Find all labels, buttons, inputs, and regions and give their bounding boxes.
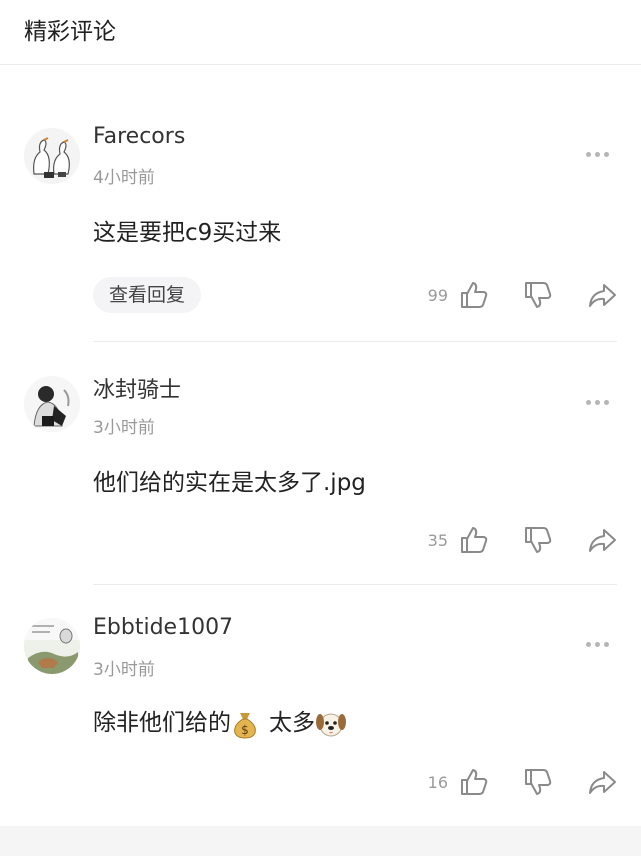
- comment-text-part: 除非他们给的: [93, 710, 231, 736]
- comment-time: 4小时前: [93, 168, 155, 188]
- comment-text-part: 太多: [269, 710, 315, 736]
- bottom-separator: [0, 826, 641, 856]
- thumbs-down-icon[interactable]: [522, 766, 554, 798]
- avatar[interactable]: [24, 128, 80, 184]
- thumbs-down-icon[interactable]: [522, 524, 554, 556]
- divider: [93, 341, 617, 342]
- page-header: 精彩评论: [0, 0, 641, 65]
- comment-text: 他们给的实在是太多了.jpg: [93, 470, 366, 496]
- svg-text:$: $: [241, 723, 249, 737]
- comment-time: 3小时前: [93, 660, 155, 680]
- avatar-meme-icon: [24, 618, 80, 674]
- avatar-knight-icon: [24, 376, 80, 432]
- comment-text: 除非他们给的 $ 太多: [93, 703, 347, 739]
- comment-username[interactable]: 冰封骑士: [93, 372, 181, 404]
- divider: [93, 584, 617, 585]
- thumbs-down-icon[interactable]: [522, 279, 554, 311]
- dog-face-icon: [316, 713, 346, 736]
- like-count: 99: [427, 286, 448, 305]
- share-icon[interactable]: [586, 524, 618, 556]
- avatar-geese-icon: [24, 128, 80, 184]
- like-count: 16: [427, 773, 448, 792]
- thumbs-up-icon[interactable]: [458, 279, 490, 311]
- share-icon[interactable]: [586, 766, 618, 798]
- like-count: 35: [427, 531, 448, 550]
- thumbs-up-icon[interactable]: [458, 524, 490, 556]
- more-dots-icon[interactable]: [586, 152, 614, 162]
- money-bag-icon: $: [234, 712, 256, 739]
- comment-time: 3小时前: [93, 418, 155, 438]
- page-title: 精彩评论: [24, 19, 116, 45]
- more-dots-icon[interactable]: [586, 400, 614, 410]
- comment-username[interactable]: Ebbtide1007: [93, 615, 233, 640]
- comment-username[interactable]: Farecors: [93, 124, 185, 149]
- avatar[interactable]: [24, 376, 80, 432]
- share-icon[interactable]: [586, 279, 618, 311]
- view-replies-button[interactable]: 查看回复: [93, 277, 202, 313]
- comment-text: 这是要把c9买过来: [93, 220, 282, 246]
- thumbs-up-icon[interactable]: [458, 766, 490, 798]
- avatar[interactable]: [24, 618, 80, 674]
- more-dots-icon[interactable]: [586, 642, 614, 652]
